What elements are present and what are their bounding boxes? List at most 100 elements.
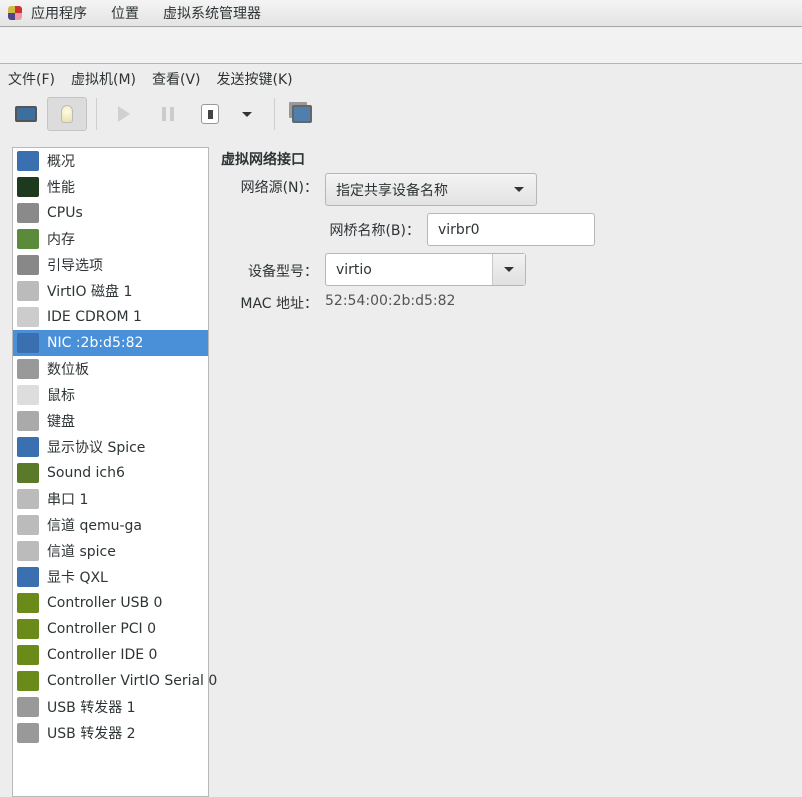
chart-icon xyxy=(17,177,39,197)
cdrom-icon xyxy=(17,307,39,327)
disk-icon xyxy=(17,281,39,301)
usb-icon xyxy=(17,723,39,743)
hardware-list[interactable]: 概况性能 CPUs 内存引导选项 VirtIO 磁盘 1 IDE CDROM 1 NIC … xyxy=(12,147,217,797)
sidebar-item[interactable]: VirtIO 磁盘 1 xyxy=(13,278,208,304)
sidebar-item[interactable]: 键盘 xyxy=(13,408,208,434)
sidebar-item-label: Controller IDE 0 xyxy=(47,647,158,663)
device-model-combo[interactable]: virtio xyxy=(325,253,526,286)
gears-icon xyxy=(17,255,39,275)
controller-icon xyxy=(17,671,39,691)
sidebar-item-label: 鼠标 xyxy=(47,388,75,404)
toolbar xyxy=(0,92,802,138)
run-button[interactable] xyxy=(104,97,144,131)
sidebar-item[interactable]: 概况 xyxy=(13,148,208,174)
keyboard-icon xyxy=(17,411,39,431)
top-panel: 应用程序 位置 虚拟系统管理器 xyxy=(0,0,802,27)
sidebar-item-label: 性能 xyxy=(47,180,75,196)
bridge-name-label: 网桥名称(B)： xyxy=(329,223,420,239)
details-button[interactable] xyxy=(47,97,87,131)
chevron-down-icon xyxy=(504,267,514,272)
mac-address-value: 52:54:00:2b:d5:82 xyxy=(325,293,456,309)
sound-icon xyxy=(17,463,39,483)
network-icon xyxy=(17,333,39,353)
menu-places[interactable]: 位置 xyxy=(111,3,139,23)
monitor-icon xyxy=(15,106,37,122)
sidebar-item-label: USB 转发器 1 xyxy=(47,700,136,716)
pause-icon xyxy=(162,107,174,121)
sidebar-item[interactable]: 信道 qemu-ga xyxy=(13,512,208,538)
sidebar-item[interactable]: 串口 1 xyxy=(13,486,208,512)
cpu-icon xyxy=(17,203,39,223)
pause-button[interactable] xyxy=(148,97,188,131)
sidebar-item-label: Sound ich6 xyxy=(47,465,125,481)
sidebar-item-label: 数位板 xyxy=(47,362,89,378)
power-icon xyxy=(201,104,219,124)
section-title: 虚拟网络接口 xyxy=(221,152,305,168)
sidebar-item[interactable]: Controller USB 0 xyxy=(13,590,208,616)
menu-view[interactable]: 查看(V) xyxy=(152,69,201,89)
sidebar-item-label: 串口 1 xyxy=(47,492,89,508)
sidebar-item[interactable]: Controller PCI 0 xyxy=(13,616,208,642)
screenshot-icon xyxy=(292,105,312,123)
menubar: 文件(F) 虚拟机(M) 查看(V) 发送按键(K) xyxy=(0,65,802,92)
sidebar-item-label: NIC :2b:d5:82 xyxy=(47,335,144,351)
sidebar-item[interactable]: Controller VirtIO Serial 0 xyxy=(13,668,217,694)
monitor-icon xyxy=(17,151,39,171)
sidebar-item-label: Controller USB 0 xyxy=(47,595,163,611)
menu-send-key[interactable]: 发送按键(K) xyxy=(217,69,293,89)
menu-virt-manager[interactable]: 虚拟系统管理器 xyxy=(163,3,261,23)
applications-logo-icon xyxy=(8,6,22,20)
sidebar-item[interactable]: 信道 spice xyxy=(13,538,208,564)
sidebar-item-label: 内存 xyxy=(47,232,75,248)
window-titlebar[interactable] xyxy=(0,28,802,64)
sidebar-item-label: IDE CDROM 1 xyxy=(47,309,142,325)
device-model-value: virtio xyxy=(336,261,372,278)
sidebar-item[interactable]: 鼠标 xyxy=(13,382,208,408)
sidebar-item[interactable]: NIC :2b:d5:82 xyxy=(13,330,208,356)
sidebar-item[interactable]: IDE CDROM 1 xyxy=(13,304,208,330)
shutdown-menu-button[interactable] xyxy=(229,97,265,131)
channel-icon xyxy=(17,515,39,535)
sidebar-item-label: 显示协议 Spice xyxy=(47,440,146,456)
sidebar-item[interactable]: 数位板 xyxy=(13,356,208,382)
bridge-name-input[interactable]: virbr0 xyxy=(427,213,595,246)
sidebar-item-label: VirtIO 磁盘 1 xyxy=(47,284,133,300)
mouse-icon xyxy=(17,385,39,405)
video-icon xyxy=(17,567,39,587)
menu-file[interactable]: 文件(F) xyxy=(8,69,55,89)
sidebar-item-label: 信道 qemu-ga xyxy=(47,518,142,534)
device-model-dropdown-button[interactable] xyxy=(492,254,525,285)
sidebar-item-label: 键盘 xyxy=(47,414,75,430)
sidebar-item[interactable]: 显卡 QXL xyxy=(13,564,208,590)
fullscreen-button[interactable] xyxy=(282,97,322,131)
shutdown-button[interactable] xyxy=(190,97,230,131)
sidebar-item-label: 引导选项 xyxy=(47,258,103,274)
display-icon xyxy=(17,437,39,457)
console-button[interactable] xyxy=(6,97,46,131)
sidebar-item[interactable]: 显示协议 Spice xyxy=(13,434,208,460)
device-model-label: 设备型号： xyxy=(248,264,318,280)
sidebar-item[interactable]: Controller IDE 0 xyxy=(13,642,208,668)
chevron-down-icon xyxy=(514,187,524,192)
sidebar-item[interactable]: CPUs xyxy=(13,200,208,226)
lightbulb-icon xyxy=(61,105,73,123)
dropdown-arrow-icon xyxy=(242,111,252,117)
menu-vm[interactable]: 虚拟机(M) xyxy=(71,69,136,89)
sidebar-item-label: 显卡 QXL xyxy=(47,570,108,586)
sidebar-item[interactable]: USB 转发器 2 xyxy=(13,720,208,746)
channel-icon xyxy=(17,541,39,561)
memory-icon xyxy=(17,229,39,249)
network-source-dropdown[interactable]: 指定共享设备名称 xyxy=(325,173,537,206)
sidebar-item[interactable]: 性能 xyxy=(13,174,208,200)
menu-applications[interactable]: 应用程序 xyxy=(31,3,87,23)
sidebar-item[interactable]: Sound ich6 xyxy=(13,460,208,486)
sidebar-item[interactable]: 内存 xyxy=(13,226,208,252)
mac-address-label: MAC 地址： xyxy=(240,296,318,312)
controller-icon xyxy=(17,645,39,665)
sidebar-item[interactable]: USB 转发器 1 xyxy=(13,694,208,720)
play-icon xyxy=(118,106,130,122)
sidebar-item-label: USB 转发器 2 xyxy=(47,726,136,742)
sidebar-item[interactable]: 引导选项 xyxy=(13,252,208,278)
network-source-value: 指定共享设备名称 xyxy=(336,182,448,199)
usb-icon xyxy=(17,697,39,717)
